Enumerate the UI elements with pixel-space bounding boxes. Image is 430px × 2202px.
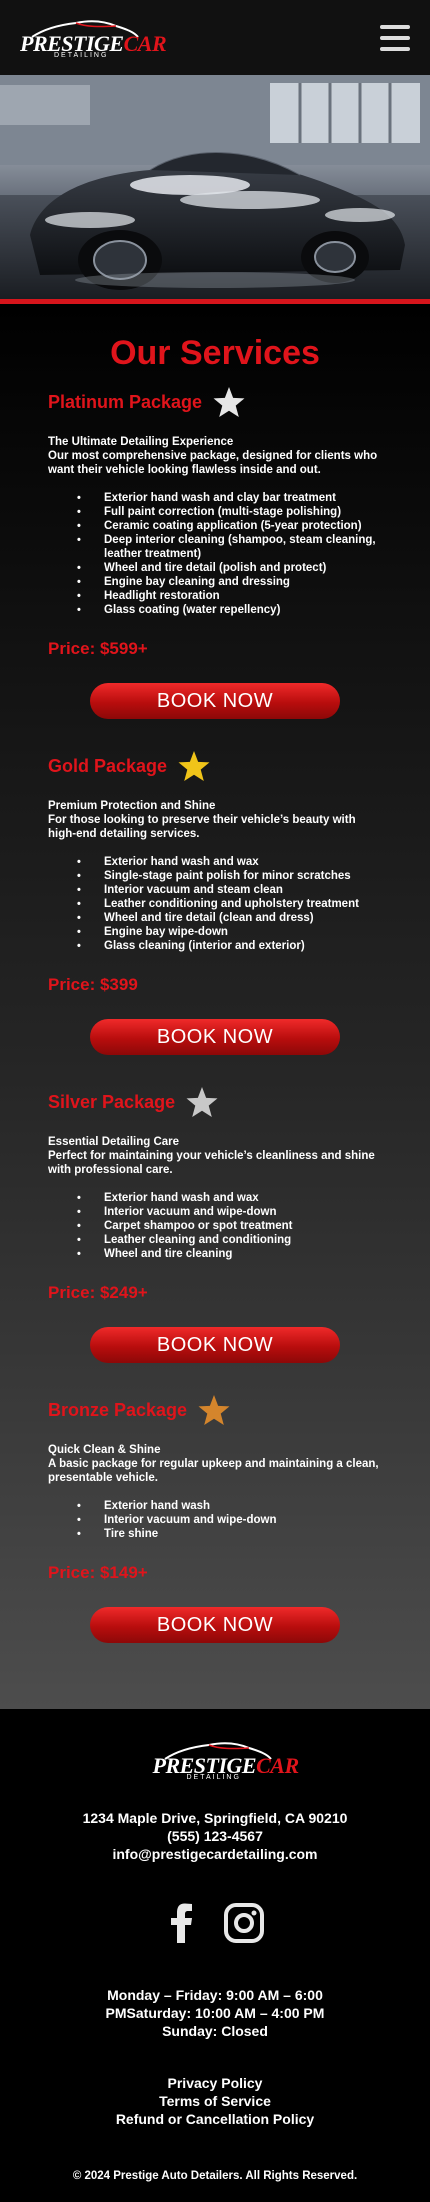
package-card: Gold Package Premium Protection and Shine…: [0, 745, 430, 1055]
feature-item: Carpet shampoo or spot treatment: [77, 1219, 382, 1233]
email-address[interactable]: info@prestigecardetailing.com: [0, 1845, 430, 1863]
package-description: Perfect for maintaining your vehicle’s c…: [48, 1150, 375, 1176]
book-now-button[interactable]: BOOK NOW: [90, 1607, 340, 1643]
package-description: For those looking to preserve their vehi…: [48, 814, 356, 840]
package-description: Our most comprehensive package, designed…: [48, 450, 378, 476]
feature-item: Glass cleaning (interior and exterior): [77, 939, 382, 953]
book-now-button[interactable]: BOOK NOW: [90, 683, 340, 719]
package-header: Platinum Package: [48, 381, 382, 423]
car-wash-illustration: [0, 75, 430, 299]
package-price: Price: $599+: [48, 639, 148, 658]
feature-item: Wheel and tire cleaning: [77, 1247, 382, 1261]
package-price: Price: $149+: [48, 1563, 148, 1582]
feature-item: Interior vacuum and steam clean: [77, 883, 382, 897]
feature-item: Leather conditioning and upholstery trea…: [77, 897, 382, 911]
feature-item: Exterior hand wash and wax: [77, 855, 382, 869]
feature-item: Headlight restoration: [77, 589, 382, 603]
feature-item: Tire shine: [77, 1527, 382, 1541]
package-description: A basic package for regular upkeep and m…: [48, 1458, 379, 1484]
star-icon: [213, 387, 245, 417]
feature-item: Engine bay wipe-down: [77, 925, 382, 939]
hours-line: Monday – Friday: 9:00 AM – 6:00: [107, 1987, 323, 2003]
feature-item: Interior vacuum and wipe-down: [77, 1205, 382, 1219]
address: 1234 Maple Drive, Springfield, CA 90210: [82, 1810, 348, 1826]
feature-list: Exterior hand wash and clay bar treatmen…: [48, 491, 382, 617]
star-icon: [186, 1087, 218, 1117]
social-links: [0, 1903, 430, 1948]
feature-item: Full paint correction (multi-stage polis…: [77, 505, 382, 519]
package-subtitle: Essential Detailing Care: [48, 1136, 180, 1148]
hamburger-menu-icon[interactable]: [380, 24, 410, 51]
services-section: Our Services Platinum Package The Ultimat…: [0, 304, 430, 1709]
feature-item: Deep interior cleaning (shampoo, steam c…: [77, 533, 382, 561]
package-subtitle: The Ultimate Detailing Experience: [48, 436, 234, 448]
site-footer: PRESTIGECAR DETAILING 1234 Maple Drive, …: [0, 1709, 430, 2202]
feature-list: Exterior hand wash and waxSingle-stage p…: [48, 855, 382, 953]
brand-tagline: DETAILING: [186, 1774, 241, 1781]
logo[interactable]: PRESTIGECAR DETAILING: [20, 17, 167, 59]
phone-number[interactable]: (555) 123-4567: [0, 1827, 430, 1845]
package-card: Silver Package Essential Detailing Care Pe…: [0, 1081, 430, 1363]
package-list: Platinum Package The Ultimate Detailing E…: [0, 381, 430, 1643]
star-icon: [198, 1395, 230, 1425]
package-subtitle: Quick Clean & Shine: [48, 1444, 161, 1456]
feature-item: Glass coating (water repellency): [77, 603, 382, 617]
site-header: PRESTIGECAR DETAILING: [0, 0, 430, 75]
feature-item: Leather cleaning and conditioning: [77, 1233, 382, 1247]
package-price: Price: $249+: [48, 1283, 148, 1302]
copyright: © 2024 Prestige Auto Detailers. All Righ…: [72, 2170, 358, 2182]
star-icon: [178, 751, 210, 781]
package-price: Price: $399: [48, 975, 138, 994]
package-name: Gold Package: [48, 755, 168, 776]
feature-item: Single-stage paint polish for minor scra…: [77, 869, 382, 883]
feature-list: Exterior hand wash and waxInterior vacuu…: [48, 1191, 382, 1261]
package-header: Silver Package: [48, 1081, 382, 1123]
package-card: Platinum Package The Ultimate Detailing E…: [0, 381, 430, 719]
hours-line: Sunday: Closed: [162, 2023, 268, 2039]
feature-item: Exterior hand wash: [77, 1499, 382, 1513]
feature-item: Ceramic coating application (5-year prot…: [77, 519, 382, 533]
feature-list: Exterior hand washInterior vacuum and wi…: [48, 1499, 382, 1541]
footer-links: Privacy Policy Terms of Service Refund o…: [0, 2074, 430, 2128]
footer-logo[interactable]: PRESTIGECAR DETAILING: [153, 1739, 299, 1781]
package-name: Bronze Package: [48, 1399, 188, 1420]
instagram-icon[interactable]: [224, 1903, 264, 1948]
feature-item: Exterior hand wash and wax: [77, 1191, 382, 1205]
package-name: Platinum Package: [48, 391, 203, 412]
hours-line: PMSaturday: 10:00 AM – 4:00 PM: [105, 2005, 325, 2021]
package-subtitle: Premium Protection and Shine: [48, 800, 216, 812]
brand-tagline: DETAILING: [54, 51, 109, 59]
feature-item: Wheel and tire detail (clean and dress): [77, 911, 382, 925]
terms-of-service-link[interactable]: Terms of Service: [0, 2092, 430, 2110]
book-now-button[interactable]: BOOK NOW: [90, 1019, 340, 1055]
contact-info: 1234 Maple Drive, Springfield, CA 90210 …: [0, 1809, 430, 1863]
business-hours: Monday – Friday: 9:00 AM – 6:00 PMSaturd…: [0, 1986, 430, 2040]
hero-image: [0, 75, 430, 304]
package-name: Silver Package: [48, 1091, 176, 1112]
book-now-button[interactable]: BOOK NOW: [90, 1327, 340, 1363]
feature-item: Interior vacuum and wipe-down: [77, 1513, 382, 1527]
services-title: Our Services: [110, 334, 320, 372]
privacy-policy-link[interactable]: Privacy Policy: [0, 2074, 430, 2092]
refund-policy-link[interactable]: Refund or Cancellation Policy: [0, 2110, 430, 2128]
package-card: Bronze Package Quick Clean & Shine A basic…: [0, 1389, 430, 1643]
feature-item: Exterior hand wash and clay bar treatmen…: [77, 491, 382, 505]
package-header: Gold Package: [48, 745, 382, 787]
feature-item: Engine bay cleaning and dressing: [77, 575, 382, 589]
facebook-icon[interactable]: [166, 1903, 196, 1948]
package-header: Bronze Package: [48, 1389, 382, 1431]
feature-item: Wheel and tire detail (polish and protec…: [77, 561, 382, 575]
